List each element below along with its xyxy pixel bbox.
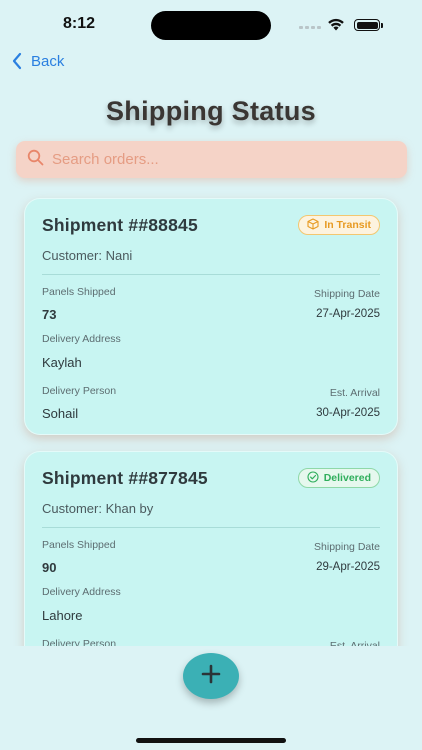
panels-shipped-label: Panels Shipped	[42, 539, 116, 551]
shipping-date-label: Shipping Date	[314, 541, 380, 553]
shipment-card[interactable]: Shipment ##88845 In Transit Customer: Na…	[24, 198, 398, 435]
panels-shipped-label: Panels Shipped	[42, 286, 116, 298]
customer-name: Customer: Nani	[42, 248, 133, 263]
shipping-date-label: Shipping Date	[314, 288, 380, 300]
search-input[interactable]	[52, 151, 407, 168]
back-button[interactable]: Back	[11, 52, 64, 70]
est-arrival-value: 30-Apr-2025	[316, 407, 380, 419]
status-bar: 8:12	[0, 0, 422, 50]
battery-icon	[354, 19, 383, 31]
shipment-list[interactable]: Shipment ##88845 In Transit Customer: Na…	[0, 190, 422, 646]
delivery-address-value: Kaylah	[42, 355, 82, 370]
delivery-address-label: Delivery Address	[42, 586, 121, 598]
search-bar[interactable]	[16, 141, 407, 178]
est-arrival-label: Est. Arrival	[329, 387, 380, 399]
home-indicator	[136, 738, 286, 743]
package-icon	[307, 217, 319, 233]
delivery-person-value: Sohail	[42, 406, 79, 421]
shipment-title: Shipment ##88845	[42, 214, 198, 235]
chevron-left-icon	[11, 52, 23, 70]
status-badge: In Transit	[298, 215, 380, 235]
panels-shipped-value: 73	[42, 307, 57, 322]
page-title: Shipping Status	[106, 96, 316, 126]
status-badge: Delivered	[297, 468, 380, 488]
panels-shipped-value: 90	[42, 560, 57, 575]
dynamic-island	[151, 11, 271, 40]
status-label: In Transit	[324, 219, 371, 231]
check-circle-icon	[307, 470, 319, 486]
delivery-address-value: Lahore	[42, 608, 83, 623]
wifi-icon	[327, 17, 345, 36]
delivery-person-label: Delivery Person	[42, 385, 117, 397]
back-label: Back	[31, 52, 65, 70]
status-label: Delivered	[323, 472, 371, 484]
cellular-signal-icon	[299, 26, 321, 29]
shipment-title: Shipment ##877845	[42, 467, 208, 488]
shipping-date-value: 27-Apr-2025	[316, 308, 380, 320]
shipment-card[interactable]: Shipment ##877845 Delivered Customer: Kh…	[24, 451, 398, 646]
status-time: 8:12	[63, 15, 96, 32]
plus-icon	[201, 664, 221, 689]
delivery-person-label: Delivery Person	[42, 638, 117, 646]
search-icon	[27, 149, 44, 171]
customer-name: Customer: Khan by	[42, 501, 154, 516]
shipping-date-value: 29-Apr-2025	[316, 561, 380, 573]
delivery-address-label: Delivery Address	[42, 333, 121, 345]
add-shipment-button[interactable]	[183, 653, 239, 699]
